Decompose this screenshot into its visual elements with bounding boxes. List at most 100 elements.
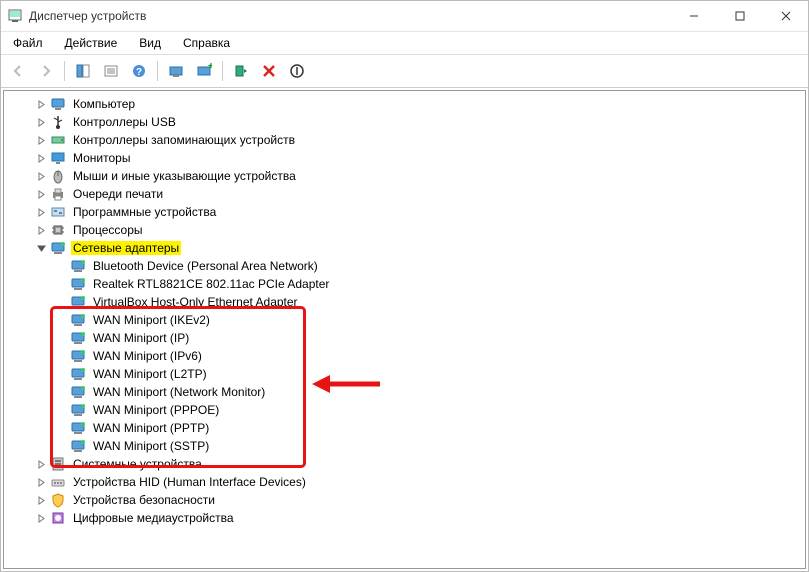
menu-help[interactable]: Справка bbox=[177, 34, 236, 52]
tree-item-label: Устройства HID (Human Interface Devices) bbox=[71, 475, 308, 489]
expander-icon[interactable] bbox=[34, 97, 48, 111]
tree-category[interactable]: Цифровые медиаустройства bbox=[8, 509, 805, 527]
network-icon bbox=[70, 258, 86, 274]
properties-button[interactable] bbox=[98, 58, 124, 84]
tree-item-wan-miniport[interactable]: WAN Miniport (PPPOE) bbox=[8, 401, 805, 419]
tree-item-wan-miniport[interactable]: WAN Miniport (Network Monitor) bbox=[8, 383, 805, 401]
tree-item-label: WAN Miniport (IPv6) bbox=[91, 349, 204, 363]
hid-icon bbox=[50, 474, 66, 490]
tree-category[interactable]: Мониторы bbox=[8, 149, 805, 167]
minimize-button[interactable] bbox=[680, 6, 708, 26]
tree-item-label: Bluetooth Device (Personal Area Network) bbox=[91, 259, 320, 273]
expander-icon[interactable] bbox=[34, 241, 48, 255]
computer-icon bbox=[50, 96, 66, 112]
expander-icon[interactable] bbox=[34, 223, 48, 237]
tree-item-label: WAN Miniport (PPTP) bbox=[91, 421, 211, 435]
tree-item-label: Контроллеры USB bbox=[71, 115, 178, 129]
tree-category[interactable]: Процессоры bbox=[8, 221, 805, 239]
expander-icon[interactable] bbox=[34, 151, 48, 165]
tree-item-label: Программные устройства bbox=[71, 205, 218, 219]
maximize-button[interactable] bbox=[726, 6, 754, 26]
titlebar: Диспетчер устройств bbox=[1, 1, 808, 32]
tree-item-label: WAN Miniport (L2TP) bbox=[91, 367, 209, 381]
printer-icon bbox=[50, 186, 66, 202]
menu-action[interactable]: Действие bbox=[59, 34, 124, 52]
storage-icon bbox=[50, 132, 66, 148]
expander-icon[interactable] bbox=[34, 205, 48, 219]
app-icon bbox=[7, 8, 23, 24]
tree-item-label: WAN Miniport (Network Monitor) bbox=[91, 385, 267, 399]
toolbar: ? + bbox=[1, 55, 808, 88]
expander-icon[interactable] bbox=[34, 133, 48, 147]
tree-item-label: Системные устройства bbox=[71, 457, 204, 471]
network-icon bbox=[70, 384, 86, 400]
tree-category-network[interactable]: Сетевые адаптеры bbox=[8, 239, 805, 257]
window-controls bbox=[680, 6, 800, 26]
tree-item-label: Сетевые адаптеры bbox=[71, 241, 181, 255]
tree-item-network-adapter[interactable]: Realtek RTL8821CE 802.11ac PCIe Adapter bbox=[8, 275, 805, 293]
expander-icon[interactable] bbox=[34, 493, 48, 507]
menu-file[interactable]: Файл bbox=[7, 34, 49, 52]
tree-item-label: Контроллеры запоминающих устройств bbox=[71, 133, 297, 147]
network-icon bbox=[70, 348, 86, 364]
tree-item-wan-miniport[interactable]: WAN Miniport (PPTP) bbox=[8, 419, 805, 437]
menu-view[interactable]: Вид bbox=[133, 34, 167, 52]
scan-hardware-button[interactable] bbox=[163, 58, 189, 84]
tree-category[interactable]: Устройства HID (Human Interface Devices) bbox=[8, 473, 805, 491]
tree-item-label: Компьютер bbox=[71, 97, 137, 111]
tree-category[interactable]: Устройства безопасности bbox=[8, 491, 805, 509]
tree-item-label: WAN Miniport (IP) bbox=[91, 331, 191, 345]
expander-icon[interactable] bbox=[34, 169, 48, 183]
tree-item-label: WAN Miniport (SSTP) bbox=[91, 439, 211, 453]
tree-item-wan-miniport[interactable]: WAN Miniport (IKEv2) bbox=[8, 311, 805, 329]
help-button[interactable]: ? bbox=[126, 58, 152, 84]
tree-item-network-adapter[interactable]: VirtualBox Host-Only Ethernet Adapter bbox=[8, 293, 805, 311]
tree-item-label: Realtek RTL8821CE 802.11ac PCIe Adapter bbox=[91, 277, 331, 291]
tree-item-wan-miniport[interactable]: WAN Miniport (IPv6) bbox=[8, 347, 805, 365]
expander-icon[interactable] bbox=[34, 475, 48, 489]
uninstall-button[interactable] bbox=[256, 58, 282, 84]
disable-button[interactable] bbox=[284, 58, 310, 84]
tree-item-label: VirtualBox Host-Only Ethernet Adapter bbox=[91, 295, 300, 309]
device-manager-window: Диспетчер устройств Файл Действие Вид Сп… bbox=[0, 0, 809, 572]
add-hardware-button[interactable]: + bbox=[191, 58, 217, 84]
show-hide-tree-button[interactable] bbox=[70, 58, 96, 84]
close-button[interactable] bbox=[772, 6, 800, 26]
tree-item-label: Мыши и иные указывающие устройства bbox=[71, 169, 298, 183]
tree-category[interactable]: Контроллеры запоминающих устройств bbox=[8, 131, 805, 149]
software-icon bbox=[50, 204, 66, 220]
security-icon bbox=[50, 492, 66, 508]
expander-icon[interactable] bbox=[34, 457, 48, 471]
svg-text:+: + bbox=[208, 63, 212, 72]
cpu-icon bbox=[50, 222, 66, 238]
network-icon bbox=[70, 420, 86, 436]
tree-category[interactable]: Программные устройства bbox=[8, 203, 805, 221]
device-tree[interactable]: Компьютер Контроллеры USB Контроллеры запо… bbox=[3, 90, 806, 569]
expander-icon[interactable] bbox=[34, 511, 48, 525]
network-icon bbox=[70, 330, 86, 346]
tree-item-label: WAN Miniport (IKEv2) bbox=[91, 313, 212, 327]
tree-category[interactable]: Контроллеры USB bbox=[8, 113, 805, 131]
network-icon bbox=[70, 438, 86, 454]
tree-item-label: Процессоры bbox=[71, 223, 145, 237]
expander-icon[interactable] bbox=[34, 187, 48, 201]
forward-button[interactable] bbox=[33, 58, 59, 84]
tree-item-network-adapter[interactable]: Bluetooth Device (Personal Area Network) bbox=[8, 257, 805, 275]
network-icon bbox=[70, 294, 86, 310]
tree-item-wan-miniport[interactable]: WAN Miniport (L2TP) bbox=[8, 365, 805, 383]
tree-item-wan-miniport[interactable]: WAN Miniport (SSTP) bbox=[8, 437, 805, 455]
update-driver-button[interactable] bbox=[228, 58, 254, 84]
menubar: Файл Действие Вид Справка bbox=[1, 32, 808, 54]
network-icon bbox=[70, 276, 86, 292]
tree-category[interactable]: Мыши и иные указывающие устройства bbox=[8, 167, 805, 185]
tree-item-wan-miniport[interactable]: WAN Miniport (IP) bbox=[8, 329, 805, 347]
tree-item-label: Цифровые медиаустройства bbox=[71, 511, 236, 525]
back-button[interactable] bbox=[5, 58, 31, 84]
tree-category[interactable]: Компьютер bbox=[8, 95, 805, 113]
svg-text:?: ? bbox=[136, 67, 142, 78]
tree-category[interactable]: Очереди печати bbox=[8, 185, 805, 203]
expander-icon[interactable] bbox=[34, 115, 48, 129]
mouse-icon bbox=[50, 168, 66, 184]
tree-category[interactable]: Системные устройства bbox=[8, 455, 805, 473]
tree-item-label: Очереди печати bbox=[71, 187, 165, 201]
